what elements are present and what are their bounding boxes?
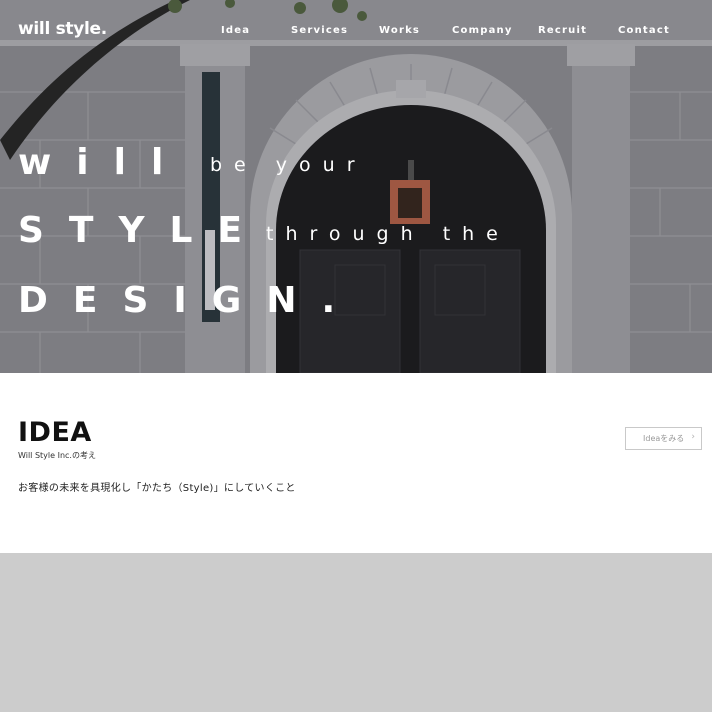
chevron-right-icon: › bbox=[691, 432, 695, 442]
nav-item-contact[interactable]: Contact bbox=[618, 25, 670, 36]
main-nav: Idea Services Works Company Recruit Cont… bbox=[0, 25, 712, 39]
hero-headline-line3-big: DESIGN. bbox=[18, 280, 361, 321]
nav-item-works[interactable]: Works bbox=[379, 25, 420, 36]
hero-headline-line2-small: through the bbox=[266, 223, 510, 245]
nav-item-company[interactable]: Company bbox=[452, 25, 513, 36]
nav-item-idea[interactable]: Idea bbox=[221, 25, 250, 36]
nav-item-services[interactable]: Services bbox=[291, 25, 348, 36]
idea-description: お客様の未来を具現化し「かたち（Style)」にしていくこと bbox=[18, 483, 296, 494]
idea-subtitle: Will Style Inc.の考え bbox=[18, 451, 96, 460]
idea-more-button-label: Ideaをみる bbox=[643, 434, 685, 443]
hero-section: will style. Idea Services Works Company … bbox=[0, 0, 712, 373]
idea-title: IDEA bbox=[18, 417, 92, 448]
idea-more-button[interactable]: Ideaをみる › bbox=[625, 427, 702, 450]
hero-headline-line2-big: STYLE bbox=[18, 210, 268, 251]
hero-headline-line1-small: be your bbox=[210, 154, 367, 176]
hero-headline-line1-big: will bbox=[18, 142, 189, 183]
nav-item-recruit[interactable]: Recruit bbox=[538, 25, 587, 36]
idea-section: IDEA Will Style Inc.の考え お客様の未来を具現化し「かたち（… bbox=[0, 373, 712, 553]
image-placeholder-block bbox=[0, 553, 712, 712]
